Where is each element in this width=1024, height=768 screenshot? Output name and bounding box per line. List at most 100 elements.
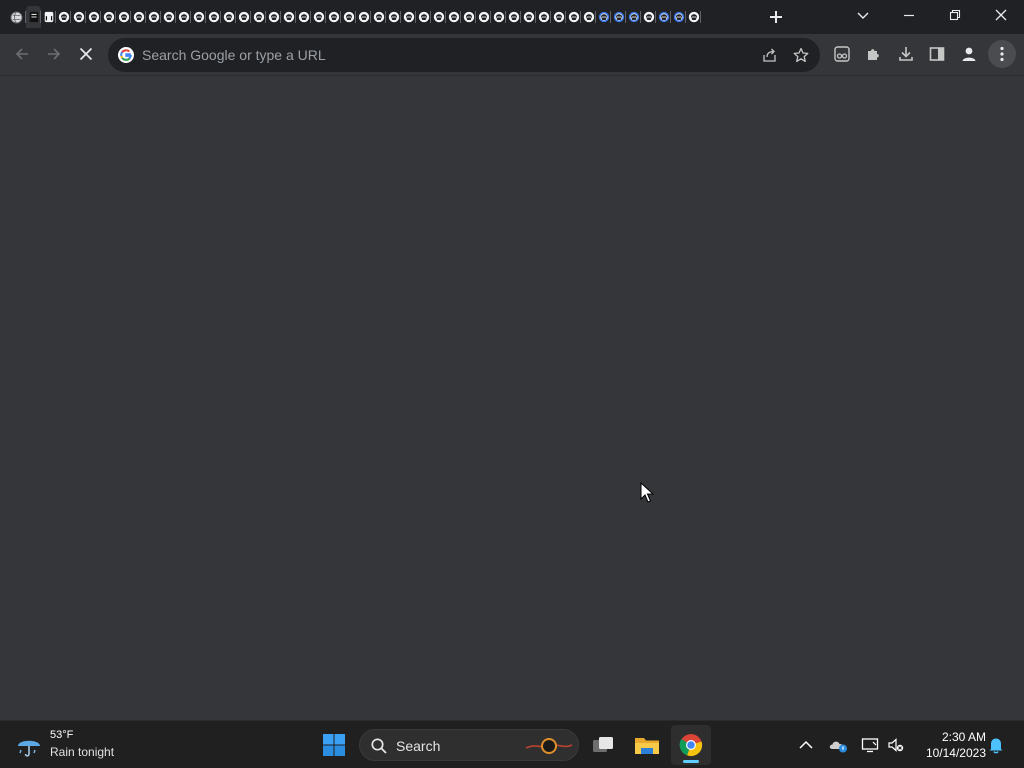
- taskbar-search[interactable]: Search: [359, 729, 579, 761]
- tab-favicon[interactable]: [386, 6, 401, 28]
- tab-favicon[interactable]: [626, 6, 641, 28]
- tab-favicon[interactable]: [206, 6, 221, 28]
- file-explorer-button[interactable]: [627, 725, 667, 765]
- start-button[interactable]: [314, 725, 354, 765]
- site-favicon-icon: [313, 11, 324, 23]
- reading-mode-button[interactable]: [828, 40, 856, 68]
- tab-search-button[interactable]: [840, 0, 886, 30]
- share-button[interactable]: [758, 43, 782, 67]
- site-favicon-icon: [538, 11, 549, 23]
- tab-favicon[interactable]: [446, 6, 461, 28]
- tab-favicon[interactable]: [161, 6, 176, 28]
- loading-globe-icon: [9, 10, 23, 24]
- volume-muted-icon: [888, 738, 904, 752]
- tab-favicon[interactable]: [191, 6, 206, 28]
- extensions-button[interactable]: [860, 40, 888, 68]
- tab-favicon[interactable]: [431, 6, 446, 28]
- tab-favicon[interactable]: [341, 6, 356, 28]
- tab-favicon[interactable]: [56, 6, 71, 28]
- tab-favicon[interactable]: [86, 6, 101, 28]
- tab-favicon[interactable]: [671, 6, 686, 28]
- tab-favicon[interactable]: [416, 6, 431, 28]
- tab-favicon[interactable]: [26, 6, 41, 28]
- minimize-button[interactable]: [886, 0, 932, 30]
- site-favicon-icon: [58, 11, 69, 23]
- downloads-button[interactable]: [892, 40, 920, 68]
- tab-favicon[interactable]: [611, 6, 626, 28]
- notifications-button[interactable]: [986, 735, 1006, 755]
- page-content[interactable]: [0, 77, 1024, 720]
- browser-menu-button[interactable]: [988, 40, 1016, 68]
- site-favicon-icon: [118, 11, 129, 23]
- close-window-button[interactable]: [978, 0, 1024, 30]
- show-hidden-icons-button[interactable]: [796, 735, 816, 755]
- site-favicon-icon: [673, 11, 684, 23]
- tab-favicon[interactable]: [476, 6, 491, 28]
- side-panel-button[interactable]: [923, 40, 951, 68]
- tab-favicon[interactable]: [566, 6, 581, 28]
- system-clock[interactable]: 2:30 AM 10/14/2023: [912, 729, 986, 761]
- share-icon: [763, 48, 776, 62]
- tab-favicon[interactable]: [131, 6, 146, 28]
- site-favicon-icon: [253, 11, 264, 23]
- tab-favicon[interactable]: [311, 6, 326, 28]
- tab-favicon[interactable]: [281, 6, 296, 28]
- chrome-taskbar-button[interactable]: [671, 725, 711, 765]
- tab-favicon[interactable]: [251, 6, 266, 28]
- person-icon: [962, 47, 976, 61]
- tab-favicon[interactable]: [596, 6, 611, 28]
- forward-button[interactable]: [40, 40, 68, 68]
- stop-loading-button[interactable]: [72, 40, 100, 68]
- page-favicon-icon: [44, 11, 53, 23]
- restore-button[interactable]: [932, 0, 978, 30]
- tab-favicon[interactable]: [71, 6, 86, 28]
- tab-loading[interactable]: [6, 6, 26, 28]
- tab-favicon[interactable]: [641, 6, 656, 28]
- eclipse-highlight-icon: [525, 738, 573, 754]
- site-favicon-icon: [688, 11, 699, 23]
- tab-favicon[interactable]: [686, 6, 701, 28]
- tab-favicon[interactable]: [176, 6, 191, 28]
- tab-favicon[interactable]: [146, 6, 161, 28]
- site-favicon-icon: [103, 11, 114, 23]
- tab-favicon[interactable]: [491, 6, 506, 28]
- tab-favicon[interactable]: [236, 6, 251, 28]
- umbrella-icon: [18, 740, 40, 757]
- tab-favicon[interactable]: [656, 6, 671, 28]
- tab-favicon[interactable]: [266, 6, 281, 28]
- tab-favicon[interactable]: [551, 6, 566, 28]
- onedrive-button[interactable]: [828, 735, 848, 755]
- tab-favicon[interactable]: [401, 6, 416, 28]
- new-tab-button[interactable]: [764, 5, 788, 29]
- tab-favicon[interactable]: [41, 6, 56, 28]
- tab-favicon[interactable]: [371, 6, 386, 28]
- glasses-icon: [834, 46, 850, 62]
- weather-temperature: 53°F: [50, 729, 74, 741]
- task-view-button[interactable]: [583, 725, 623, 765]
- site-favicon-icon: [343, 11, 354, 23]
- tab-favicon[interactable]: [296, 6, 311, 28]
- tab-favicon[interactable]: [356, 6, 371, 28]
- profile-button[interactable]: [955, 40, 983, 68]
- address-input[interactable]: [142, 38, 742, 72]
- back-button[interactable]: [8, 40, 36, 68]
- tab-favicon[interactable]: [326, 6, 341, 28]
- tab-favicon[interactable]: [521, 6, 536, 28]
- site-favicon-icon: [73, 11, 84, 23]
- weather-widget[interactable]: 53°F Rain tonight: [14, 727, 144, 763]
- tab-favicon[interactable]: [221, 6, 236, 28]
- tab-favicon[interactable]: [506, 6, 521, 28]
- minimize-icon: [904, 14, 914, 17]
- tab-favicon[interactable]: [101, 6, 116, 28]
- volume-button[interactable]: [886, 735, 906, 755]
- site-favicon-icon: [133, 11, 144, 23]
- network-button[interactable]: [860, 735, 880, 755]
- tab-list: [6, 6, 701, 28]
- omnibox[interactable]: [108, 38, 820, 72]
- tab-favicon[interactable]: [536, 6, 551, 28]
- tab-favicon[interactable]: [461, 6, 476, 28]
- bookmark-button[interactable]: [789, 43, 813, 67]
- download-icon: [899, 47, 913, 61]
- tab-favicon[interactable]: [581, 6, 596, 28]
- tab-favicon[interactable]: [116, 6, 131, 28]
